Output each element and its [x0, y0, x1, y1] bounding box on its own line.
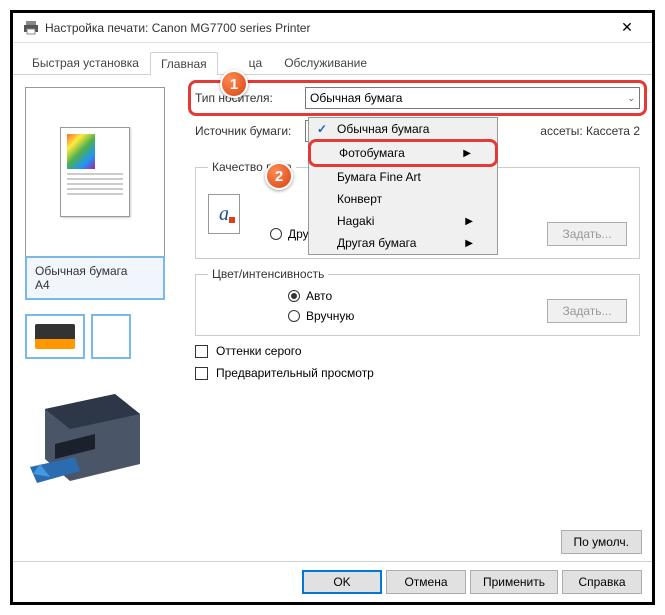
apply-button[interactable]: Применить — [470, 570, 558, 594]
submenu-arrow-icon: ▶ — [463, 148, 471, 159]
chevron-down-icon: ⌄ — [627, 93, 635, 104]
media-type-label: Тип носителя: — [195, 91, 305, 105]
media-type-value: Обычная бумага — [310, 91, 402, 105]
dialog-footer: OK Отмена Применить Справка — [13, 561, 652, 602]
dropdown-item-other[interactable]: Другая бумага ▶ — [309, 232, 497, 254]
color-auto-radio[interactable]: Авто — [288, 289, 354, 303]
help-button[interactable]: Справка — [562, 570, 642, 594]
tray-option-2[interactable] — [91, 314, 131, 359]
tab-maintenance[interactable]: Обслуживание — [273, 51, 378, 74]
tab-strip: Быстрая установка Главная ца Обслуживани… — [13, 43, 652, 75]
settings-pane: Тип носителя: Обычная бумага ⌄ Источник … — [195, 87, 640, 489]
printer-icon — [23, 21, 39, 35]
print-settings-dialog: Настройка печати: Canon MG7700 series Pr… — [10, 10, 655, 605]
media-type-select[interactable]: Обычная бумага ⌄ — [305, 87, 640, 109]
tray-option-1[interactable] — [25, 314, 85, 359]
preview-pane: Обычная бумага A4 — [25, 87, 185, 489]
highlight-media-type: Тип носителя: Обычная бумага ⌄ — [188, 80, 647, 116]
printer-illustration — [25, 389, 155, 489]
preview-checkbox[interactable]: Предварительный просмотр — [195, 366, 640, 380]
color-legend: Цвет/интенсивность — [208, 267, 328, 281]
close-button[interactable]: ✕ — [612, 19, 642, 36]
tab-main[interactable]: Главная — [150, 52, 218, 75]
submenu-arrow-icon: ▶ — [465, 216, 473, 227]
color-fieldset: Цвет/интенсивность Авто Вручную Зада — [195, 267, 640, 336]
grayscale-checkbox[interactable]: Оттенки серого — [195, 344, 640, 358]
dropdown-item-fineart[interactable]: Бумага Fine Art — [309, 166, 497, 188]
paper-size-text: A4 — [35, 278, 155, 292]
submenu-arrow-icon: ▶ — [465, 238, 473, 249]
paper-info-label: Обычная бумага A4 — [25, 256, 165, 300]
dropdown-item-photo[interactable]: Фотобумага ▶ — [308, 139, 498, 167]
tab-quick-setup[interactable]: Быстрая установка — [21, 51, 150, 74]
dropdown-item-envelope[interactable]: Конверт — [309, 188, 497, 210]
paper-preview — [25, 87, 165, 257]
color-manual-radio[interactable]: Вручную — [288, 309, 354, 323]
callout-1: 1 — [220, 70, 248, 98]
defaults-button[interactable]: По умолч. — [561, 530, 642, 554]
dropdown-item-plain[interactable]: ✓ Обычная бумага — [309, 118, 497, 140]
dropdown-item-hagaki[interactable]: Hagaki ▶ — [309, 210, 497, 232]
media-type-text: Обычная бумага — [35, 264, 155, 278]
quality-sample-icon: a — [208, 194, 240, 234]
color-set-button: Задать... — [547, 299, 627, 323]
ok-button[interactable]: OK — [302, 570, 382, 594]
cancel-button[interactable]: Отмена — [386, 570, 466, 594]
window-title: Настройка печати: Canon MG7700 series Pr… — [45, 21, 612, 35]
titlebar: Настройка печати: Canon MG7700 series Pr… — [13, 13, 652, 43]
quality-set-button: Задать... — [547, 222, 627, 246]
check-icon: ✓ — [317, 122, 327, 136]
callout-2: 2 — [265, 162, 293, 190]
cassette-info: ассеты: Кассета 2 — [540, 124, 640, 138]
paper-source-label: Источник бумаги: — [195, 124, 305, 138]
media-type-dropdown: ✓ Обычная бумага Фотобумага ▶ Бумага Fin… — [308, 117, 498, 255]
tab-page[interactable]: ца — [218, 51, 274, 74]
